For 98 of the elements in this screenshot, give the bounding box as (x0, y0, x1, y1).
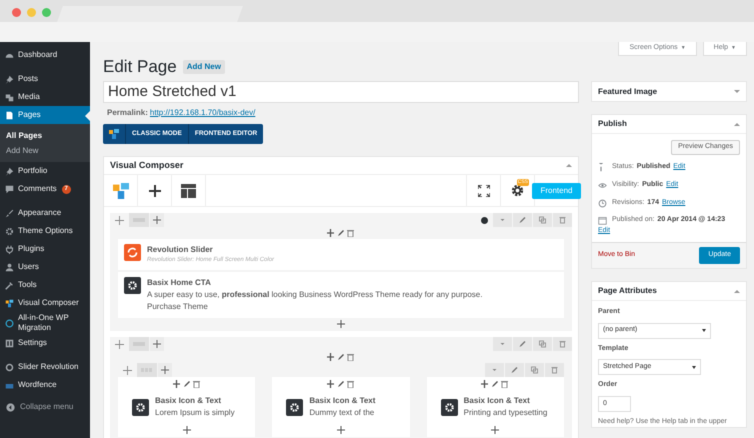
add-icon[interactable] (491, 426, 500, 434)
expand-icon[interactable] (734, 90, 740, 93)
menu-item[interactable]: Posts (0, 70, 90, 88)
settings-icon[interactable] (511, 184, 524, 197)
element-controls-icon[interactable] (481, 380, 510, 388)
element-title: Basix Icon & Text (464, 395, 531, 407)
submenu-item[interactable]: All Pages (0, 128, 90, 143)
add-icon[interactable] (150, 213, 164, 227)
panel-title: Featured Image (598, 86, 658, 98)
gear-icon (124, 277, 141, 294)
menu-item[interactable]: Users (0, 258, 90, 276)
panel-title: Visual Composer (110, 158, 184, 172)
menu-item[interactable]: Theme Options (0, 222, 90, 240)
history-icon (598, 198, 607, 208)
wrench-icon (5, 280, 14, 290)
menu-item[interactable]: All-in-One WP Migration (0, 312, 90, 334)
element-card[interactable]: Basix Icon & Text Lorem Ipsum is simply (118, 392, 256, 422)
menu-item[interactable]: Settings (0, 334, 90, 352)
collapse-icon[interactable] (734, 122, 740, 126)
menu-item[interactable]: Media (0, 88, 90, 106)
settings-icon (5, 338, 14, 348)
edit-icon[interactable] (513, 337, 532, 351)
clone-icon[interactable] (533, 213, 552, 227)
element-card[interactable]: Basix Icon & Text Dummy text of the (272, 392, 410, 422)
collapse-icon[interactable] (734, 290, 740, 292)
media-icon (5, 92, 14, 102)
permalink-label: Permalink: (107, 107, 148, 119)
migration-icon (5, 318, 14, 328)
element-description: Printing and typesetting (464, 407, 548, 419)
menu-item[interactable]: Visual Composer (0, 294, 90, 312)
element-title: Basix Icon & Text (155, 395, 222, 407)
menu-item[interactable]: Plugins (0, 240, 90, 258)
menu-item[interactable]: Appearance (0, 204, 90, 222)
page-heading: Edit Page (103, 56, 177, 78)
permalink-link[interactable]: http://192.168.1.70/basix-dev/ (150, 107, 256, 119)
add-icon[interactable] (337, 320, 345, 328)
composer-logo-icon (5, 298, 14, 308)
composer-logo-icon (109, 129, 119, 139)
edit-icon[interactable] (513, 213, 532, 227)
element-controls-icon[interactable] (326, 380, 355, 388)
submenu-item[interactable]: Add New (0, 143, 90, 158)
collapse-icon[interactable] (566, 164, 572, 167)
comment-icon (5, 184, 14, 194)
element-title: Basix Icon & Text (309, 395, 376, 407)
close-window-icon[interactable] (12, 8, 21, 17)
move-handle-icon[interactable] (115, 340, 124, 348)
move-handle-icon[interactable] (123, 366, 132, 374)
delete-icon[interactable] (553, 337, 572, 351)
delete-icon[interactable] (545, 363, 564, 377)
collapse-menu-button[interactable]: Collapse menu (0, 398, 90, 416)
menu-item[interactable]: Dashboard (0, 46, 90, 64)
gear-icon (5, 226, 14, 236)
gear-icon (286, 398, 304, 416)
collapse-icon (6, 402, 15, 412)
maximize-window-icon[interactable] (42, 8, 51, 17)
element-controls-icon[interactable] (172, 380, 201, 388)
element-description: A super easy to use, professional looking Business WordPress Theme ready for any purpose. (147, 289, 482, 301)
fullscreen-icon[interactable] (478, 184, 490, 196)
pages-icon (5, 110, 14, 120)
menu-item[interactable]: Portfolio (0, 162, 90, 180)
composer-logo-icon[interactable] (112, 182, 128, 198)
element-controls-icon[interactable] (327, 353, 355, 361)
element-card[interactable]: Basix Icon & Text Printing and typesetting (426, 392, 564, 422)
add-icon[interactable] (150, 337, 164, 351)
refresh-icon (124, 244, 141, 261)
element-description: Purchase Theme (147, 301, 209, 313)
add-icon[interactable] (336, 426, 345, 434)
edit-icon[interactable] (505, 363, 524, 377)
calendar-icon (598, 216, 607, 225)
gear-icon (440, 398, 458, 416)
add-element-icon[interactable] (148, 184, 160, 196)
element-description: Dummy text of the (309, 407, 376, 419)
clone-icon[interactable] (525, 363, 544, 377)
menu-item[interactable]: Wordfence (0, 376, 90, 394)
menu-item[interactable]: Slider Revolution (0, 358, 90, 376)
plug-icon (5, 244, 14, 254)
element-controls-icon[interactable] (327, 229, 355, 237)
title-field[interactable]: Home Stretched v1 (103, 81, 579, 103)
menu-item[interactable]: Pages (0, 106, 90, 124)
add-new-button[interactable]: Add New (182, 60, 225, 74)
brush-icon (5, 208, 14, 218)
eye-icon (598, 180, 607, 190)
gear-icon (132, 398, 149, 416)
element-title: Basix Home CTA (147, 277, 212, 289)
panel-title: Page Attributes (598, 285, 657, 297)
element-description: Lorem Ipsum is simply (155, 407, 235, 419)
layout-template-icon[interactable] (181, 184, 196, 198)
menu-item[interactable]: Tools (0, 276, 90, 294)
add-icon[interactable] (182, 426, 191, 434)
clone-icon[interactable] (533, 337, 552, 351)
element-card[interactable]: Basix Home CTA A super easy to use, professional looking Business WordPress Theme ready for any purpose. Purchase Theme (118, 272, 564, 318)
user-icon (5, 262, 14, 272)
panel-title: Publish (598, 118, 627, 130)
move-handle-icon[interactable] (115, 216, 124, 224)
delete-icon[interactable] (553, 213, 572, 227)
element-title: Revolution Slider (147, 244, 214, 256)
add-icon[interactable] (158, 363, 172, 377)
ring-icon (5, 362, 14, 372)
